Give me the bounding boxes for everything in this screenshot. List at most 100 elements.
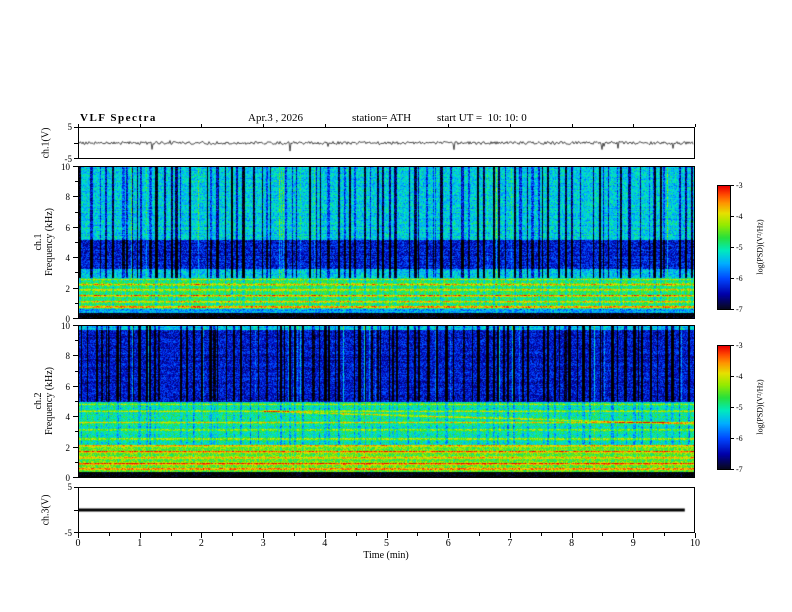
- colorbar-tick: [731, 216, 734, 217]
- freq-tick-label: 6: [65, 381, 71, 392]
- colorbar1-label: log(PSD)(V²/Hz): [755, 219, 765, 275]
- freq-major-tick: [73, 325, 78, 326]
- colorbar-tick: [731, 469, 734, 470]
- colorbar-tick-label: -6: [736, 274, 743, 283]
- colorbar-tick-label: -4: [736, 212, 743, 221]
- time-minor-tick: [355, 533, 357, 536]
- freq-major-tick: [73, 318, 78, 319]
- colorbar-tick-label: -6: [736, 434, 743, 443]
- time-tick-label: 3: [260, 538, 266, 549]
- ch3-ymax-label: 5: [67, 482, 73, 492]
- freq-tick-label: 8: [65, 192, 71, 203]
- colorbar-tick-label: -5: [736, 403, 743, 412]
- ch1-waveform-canvas: [79, 128, 694, 158]
- freq-major-tick: [73, 287, 78, 289]
- colorbar-tick: [731, 309, 734, 310]
- time-top-tick: [448, 124, 450, 127]
- colorbar-tick: [731, 278, 734, 279]
- freq-minor-tick: [75, 401, 78, 402]
- freq-major-tick: [73, 355, 78, 357]
- time-top-tick: [324, 124, 326, 127]
- freq-major-tick: [73, 196, 78, 198]
- colorbar-tick-label: -4: [736, 372, 743, 381]
- ch2-spectrogram-canvas: [79, 326, 694, 477]
- time-top-tick: [386, 124, 388, 127]
- freq-major-tick: [73, 446, 78, 448]
- freq-major-tick: [73, 416, 78, 418]
- time-tick-label: 0: [75, 538, 81, 549]
- ch1-spectrogram-ylabel: ch.1 Frequency (kHz): [33, 208, 55, 276]
- colorbar-tick: [731, 407, 734, 408]
- freq-tick-label: 0: [65, 473, 71, 483]
- ch1-waveform-ylabel: ch.1(V): [40, 127, 52, 159]
- time-minor-tick: [664, 533, 666, 536]
- freq-tick-label: 10: [61, 162, 70, 172]
- freq-minor-tick: [75, 181, 78, 183]
- vlf-spectra-figure: VLF Spectra Apr.3 , 2026 station= ATH st…: [0, 0, 792, 612]
- time-top-tick: [509, 124, 511, 127]
- time-top-tick: [78, 124, 79, 127]
- ch3-waveform-canvas: [79, 488, 694, 532]
- freq-major-tick: [73, 257, 78, 259]
- freq-tick-label: 10: [61, 321, 70, 331]
- time-top-tick: [695, 124, 696, 127]
- colorbar-tick-label: -7: [736, 465, 743, 474]
- time-tick-label: 6: [445, 538, 451, 549]
- time-top-tick: [633, 124, 635, 127]
- figure-title: VLF Spectra: [80, 112, 157, 124]
- colorbar-tick: [731, 376, 734, 377]
- time-top-tick: [571, 124, 573, 127]
- volt-tick: [74, 127, 78, 128]
- colorbar2-label: log(PSD)(V²/Hz): [755, 379, 765, 435]
- freq-tick-label: 6: [65, 222, 71, 233]
- freq-minor-tick: [75, 431, 78, 433]
- time-tick-label: 2: [198, 538, 204, 549]
- colorbar-tick: [731, 185, 734, 186]
- time-minor-tick: [293, 533, 295, 536]
- time-minor-tick: [417, 533, 419, 536]
- volt-tick: [74, 487, 78, 488]
- freq-minor-tick: [75, 370, 78, 372]
- volt-tick: [74, 532, 78, 533]
- freq-major-tick: [73, 166, 78, 167]
- ch2-colorbar: [717, 345, 731, 470]
- time-tick-label: 7: [507, 538, 513, 549]
- volt-tick: [74, 158, 78, 159]
- colorbar-tick-label: -3: [736, 341, 743, 350]
- freq-minor-tick: [75, 242, 78, 243]
- time-minor-tick: [108, 533, 110, 536]
- ch3-waveform-panel: [78, 487, 695, 533]
- volt-tick: [74, 142, 78, 144]
- freq-minor-tick: [75, 302, 78, 304]
- time-tick-label: 9: [630, 538, 636, 549]
- ch1-colorbar-canvas: [718, 186, 730, 309]
- start-ut-label: start UT = 10: 10: 0: [437, 112, 527, 124]
- freq-minor-tick: [75, 461, 78, 463]
- ch1-channel-label: ch.1: [33, 233, 44, 251]
- colorbar-tick: [731, 438, 734, 439]
- freq-tick-label: 4: [65, 412, 71, 423]
- time-minor-tick: [602, 533, 604, 536]
- ch1-spectrogram-panel: [78, 166, 695, 319]
- time-top-tick: [201, 124, 203, 127]
- freq-major-tick: [73, 385, 78, 387]
- time-tick-label: 8: [569, 538, 575, 549]
- ch2-frequency-axis-label: Frequency (kHz): [44, 366, 55, 436]
- time-minor-tick: [479, 533, 481, 536]
- colorbar-tick-label: -7: [736, 305, 743, 314]
- ch1-waveform-panel: [78, 127, 695, 159]
- ch1-ymax-label: 5: [67, 122, 73, 132]
- colorbar-tick-label: -3: [736, 181, 743, 190]
- volt-tick: [74, 509, 78, 511]
- freq-tick-label: 4: [65, 253, 71, 264]
- ch2-spectrogram-ylabel: ch.2 Frequency (kHz): [33, 367, 55, 435]
- ch3-ymin-label: -5: [64, 528, 73, 538]
- freq-major-tick: [73, 226, 78, 228]
- ch1-frequency-axis-label: Frequency (kHz): [44, 207, 55, 277]
- time-minor-tick: [540, 533, 542, 536]
- ch1-colorbar: [717, 185, 731, 310]
- time-top-tick: [263, 124, 265, 127]
- time-tick-label: 10: [690, 538, 700, 549]
- time-axis-label: Time (min): [363, 550, 409, 561]
- freq-major-tick: [73, 477, 78, 478]
